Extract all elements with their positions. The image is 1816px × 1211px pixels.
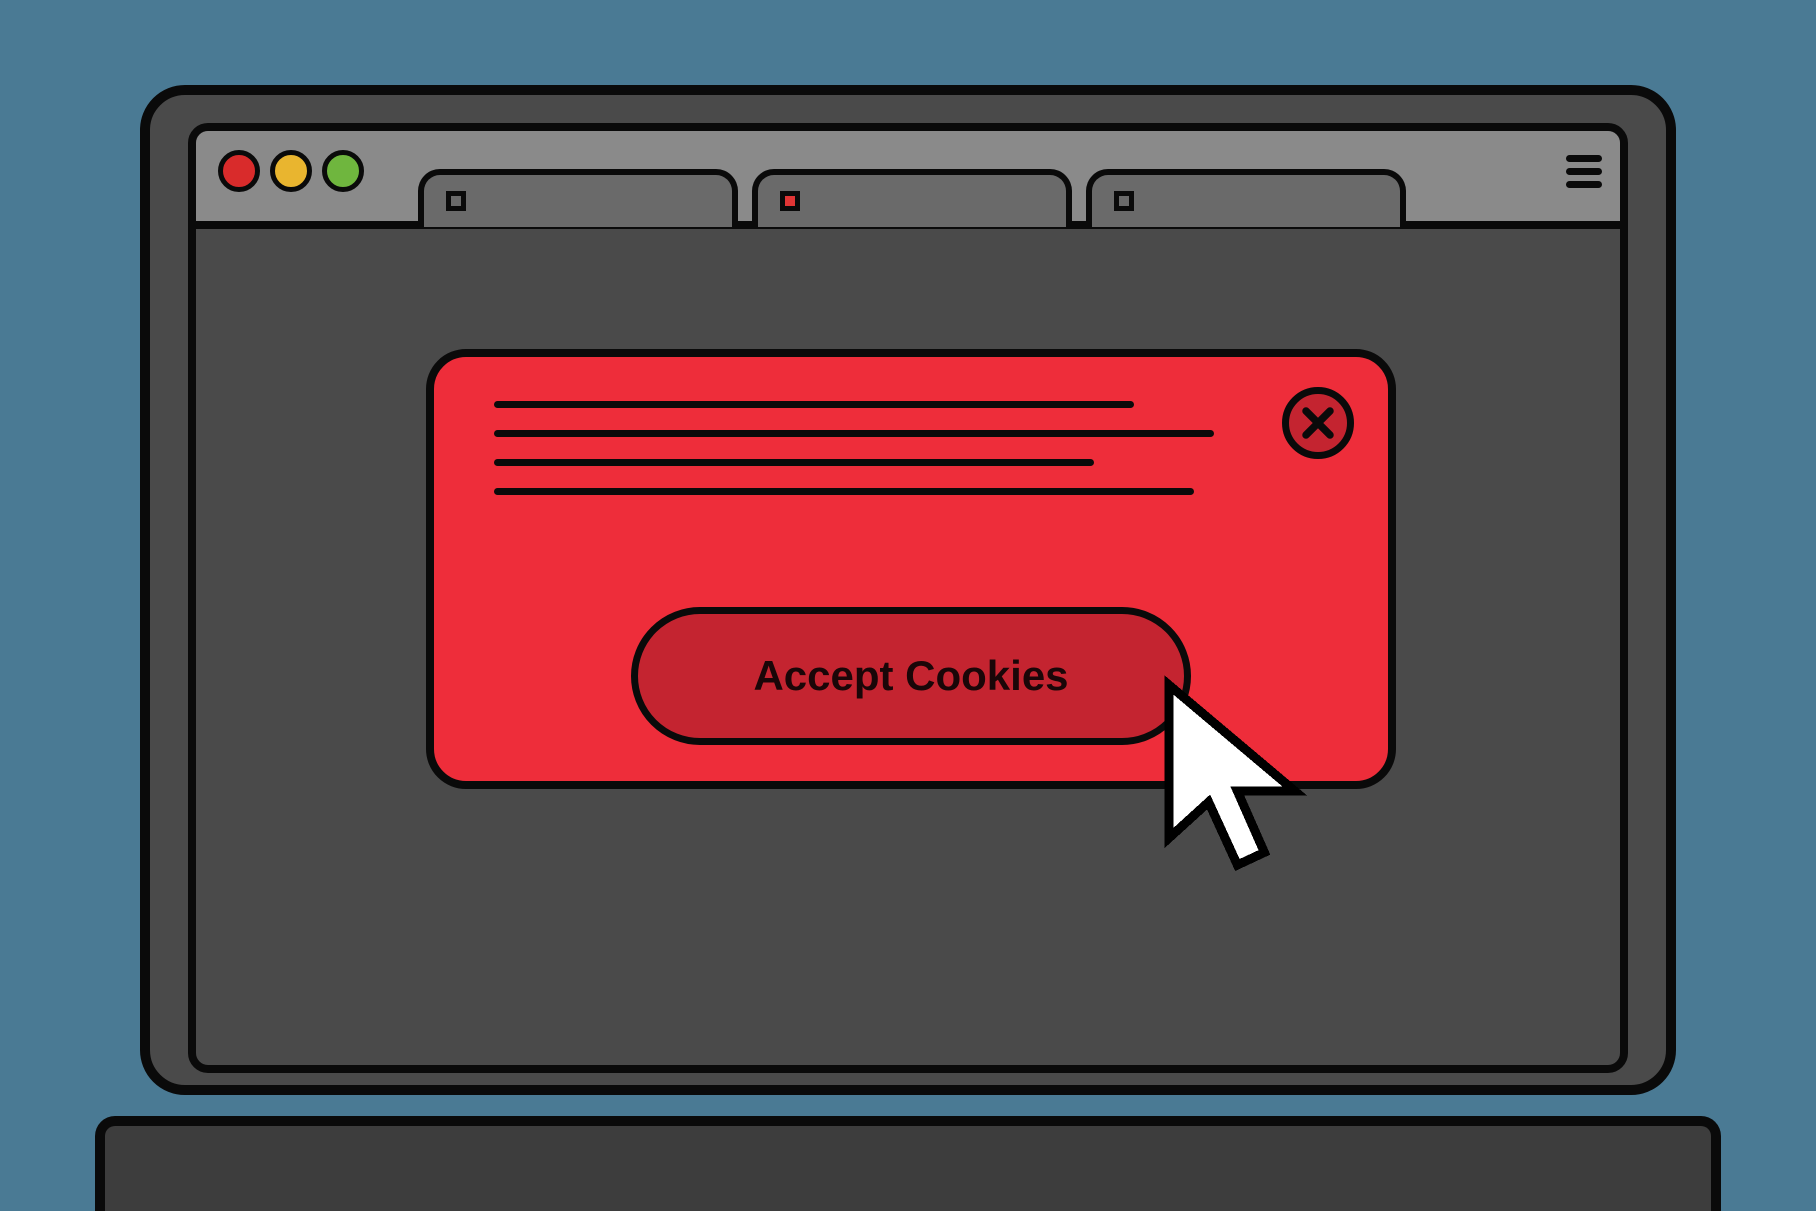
accept-cookies-button[interactable]: Accept Cookies [631,607,1191,745]
tab-strip [418,169,1544,221]
menu-icon[interactable] [1566,155,1602,188]
window-minimize-button[interactable] [270,150,312,192]
laptop-base [95,1116,1721,1211]
browser-tab-3[interactable] [1086,169,1406,227]
window-controls [218,150,364,192]
window-zoom-button[interactable] [322,150,364,192]
favicon-icon [780,191,800,211]
dialog-body-text [494,401,1328,495]
accept-cookies-label: Accept Cookies [753,652,1068,700]
page-content: Accept Cookies [196,229,1620,1065]
browser-window: Accept Cookies [188,123,1628,1073]
close-icon [1300,405,1336,441]
browser-titlebar [196,131,1620,229]
laptop-screen-bezel: Accept Cookies [140,85,1676,1095]
favicon-icon [446,191,466,211]
cookie-consent-dialog: Accept Cookies [426,349,1396,789]
favicon-icon [1114,191,1134,211]
dialog-close-button[interactable] [1282,387,1354,459]
window-close-button[interactable] [218,150,260,192]
browser-tab-2[interactable] [752,169,1072,227]
browser-tab-1[interactable] [418,169,738,227]
